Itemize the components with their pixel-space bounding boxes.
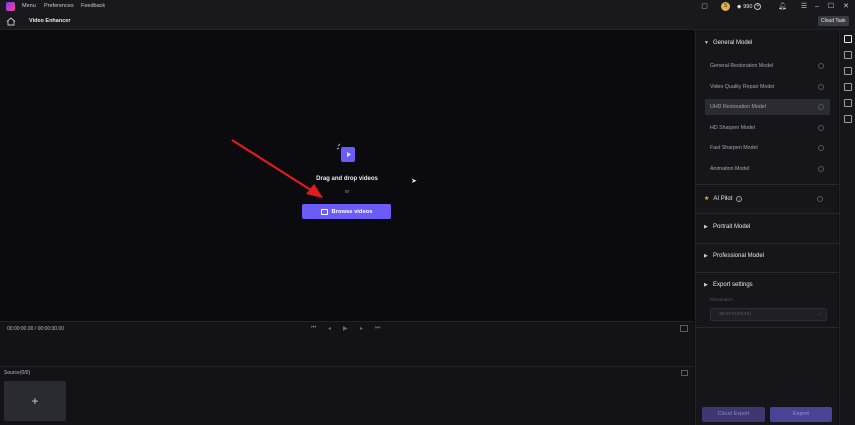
model-label: UHD Restoration Model xyxy=(710,104,766,110)
model-option-selected[interactable]: UHD Restoration Model xyxy=(705,99,830,115)
divider xyxy=(696,272,839,273)
chevron-right-icon: ▶ xyxy=(704,224,708,230)
menu-button[interactable]: Menu xyxy=(22,3,36,9)
general-model-label: General Model xyxy=(713,40,753,46)
timecode: 00:00:00.00 / 00:00:00.00 xyxy=(7,326,64,332)
resolution-value: 3840*2160(4K) xyxy=(719,312,752,317)
model-label: Animation Model xyxy=(710,166,750,172)
credits-count: 990 xyxy=(743,3,753,10)
radio-button[interactable] xyxy=(818,166,824,172)
diamond-icon: ◆ xyxy=(737,3,742,10)
radio-button[interactable] xyxy=(818,145,824,151)
divider xyxy=(696,327,839,328)
radio-button[interactable] xyxy=(818,104,824,110)
portrait-model-section[interactable]: ▶ Portrait Model xyxy=(704,224,750,230)
edit-tool-icon[interactable] xyxy=(844,83,852,91)
cloud-task-button[interactable]: Cloud Task xyxy=(818,16,849,26)
model-option[interactable]: Fast Sharpen Model xyxy=(705,140,830,156)
minimize-button[interactable]: – xyxy=(810,1,824,12)
model-option[interactable]: Animation Model xyxy=(705,161,830,177)
export-settings-section[interactable]: ▶ Export settings xyxy=(704,282,753,288)
maximize-button[interactable]: ☐ xyxy=(824,1,838,12)
header-toolbar: Video Enhancer Cloud Task xyxy=(0,13,855,30)
chevron-down-icon: ⌄ xyxy=(816,312,821,317)
divider xyxy=(696,243,839,244)
notification-bell-icon[interactable]: 🔔︎ xyxy=(778,2,787,11)
divider xyxy=(696,213,839,214)
skip-forward-icon[interactable]: ⏭ xyxy=(375,325,380,332)
divider xyxy=(696,184,839,185)
timeline-bar: 00:00:00.00 / 00:00:00.00 ⏮ ◂ ▶ ▸ ⏭ xyxy=(0,321,694,366)
professional-model-label: Professional Model xyxy=(713,253,765,259)
folder-icon xyxy=(320,208,328,215)
radio-button[interactable] xyxy=(818,125,824,131)
model-label: Fast Sharpen Model xyxy=(710,145,758,151)
professional-model-section[interactable]: ▶ Professional Model xyxy=(704,253,764,259)
add-credits-icon[interactable]: + xyxy=(754,3,762,10)
layout-tool-icon[interactable] xyxy=(844,67,852,75)
page-title: Video Enhancer xyxy=(29,18,71,24)
cloud-export-button[interactable]: Cloud Export xyxy=(702,407,765,422)
source-label: Source(0/0) xyxy=(4,370,31,376)
app-logo-icon xyxy=(6,2,15,11)
title-bar: Menu Preferences Feedback ▢ S ◆ 990 + 🔔︎… xyxy=(0,0,855,13)
eraser-tool-icon[interactable] xyxy=(844,99,852,107)
fullscreen-icon[interactable] xyxy=(680,325,688,332)
settings-panel: ▼ General Model General Restoration Mode… xyxy=(695,30,839,425)
info-icon[interactable]: i xyxy=(736,195,743,202)
menu-more-icon[interactable]: ☰ xyxy=(797,1,811,12)
video-enhancer-icon[interactable] xyxy=(844,35,852,43)
play-icon[interactable]: ▶ xyxy=(343,325,348,332)
chevron-right-icon: ▶ xyxy=(704,253,708,259)
add-video-button[interactable]: + xyxy=(4,381,66,421)
avatar[interactable]: S xyxy=(721,2,730,11)
feedback-menu[interactable]: Feedback xyxy=(81,3,105,9)
ai-pilot-label: AI Pilot xyxy=(713,195,733,202)
export-settings-label: Export settings xyxy=(713,282,753,288)
message-icon[interactable]: ▢ xyxy=(700,2,709,11)
resolution-label: Resolution xyxy=(710,298,733,303)
model-option[interactable]: General Restoration Model xyxy=(705,58,830,74)
preferences-menu[interactable]: Preferences xyxy=(44,3,74,9)
resolution-select[interactable]: 3840*2160(4K) ⌄ xyxy=(710,308,827,321)
model-label: HD Sharpen Model xyxy=(710,125,756,131)
image-enhancer-icon[interactable] xyxy=(844,51,852,59)
radio-button[interactable] xyxy=(818,63,824,69)
tool-rail xyxy=(839,30,855,425)
portrait-model-label: Portrait Model xyxy=(713,224,751,230)
star-icon: ★ xyxy=(704,196,710,202)
credits-badge[interactable]: ◆ 990 + xyxy=(737,2,762,11)
crop-tool-icon[interactable] xyxy=(844,115,852,123)
source-list-icon[interactable] xyxy=(681,370,688,376)
chevron-right-icon: ▶ xyxy=(704,282,708,288)
export-button[interactable]: Export xyxy=(770,407,832,422)
browse-videos-label: Browse videos xyxy=(331,208,373,215)
home-icon[interactable] xyxy=(6,17,16,26)
skip-back-icon[interactable]: ⏮ xyxy=(311,325,316,332)
drag-drop-text: Drag and drop videos xyxy=(316,176,378,182)
model-label: Video Quality Repair Model xyxy=(710,84,775,90)
model-option[interactable]: HD Sharpen Model xyxy=(705,120,830,136)
mouse-cursor-icon: ➤ xyxy=(411,178,417,185)
step-forward-icon[interactable]: ▸ xyxy=(360,325,363,332)
model-label: General Restoration Model xyxy=(710,63,774,69)
close-button[interactable]: ✕ xyxy=(839,1,853,12)
video-file-icon xyxy=(336,143,355,162)
model-option[interactable]: Video Quality Repair Model xyxy=(705,79,830,95)
browse-videos-button[interactable]: Browse videos xyxy=(302,204,391,219)
source-panel: Source(0/0) + xyxy=(0,366,694,425)
step-back-icon[interactable]: ◂ xyxy=(328,325,331,332)
chevron-down-icon: ▼ xyxy=(704,40,709,46)
radio-button[interactable] xyxy=(818,84,824,90)
ai-pilot-radio[interactable] xyxy=(817,196,823,202)
ai-pilot-section[interactable]: ★ AI Pilot i xyxy=(704,195,743,202)
general-model-section[interactable]: ▼ General Model xyxy=(704,40,752,46)
or-text: or xyxy=(344,189,350,195)
